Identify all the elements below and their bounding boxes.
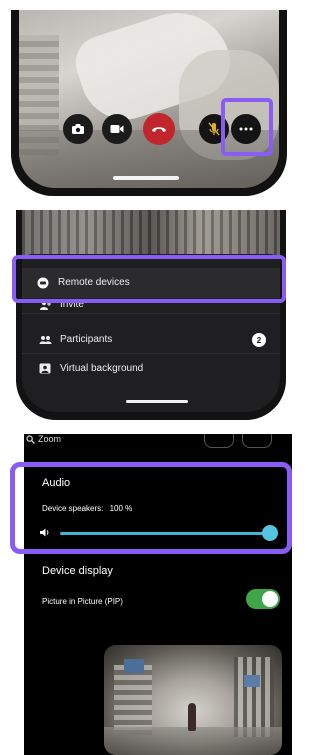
- menu-item-virtual-background[interactable]: Virtual background: [22, 354, 280, 382]
- pip-toggle-knob: [262, 591, 278, 607]
- highlight-more-button: [221, 98, 273, 156]
- video-feed: [22, 210, 280, 258]
- preview-floor: [104, 727, 282, 755]
- menu-item-label: Virtual background: [60, 362, 144, 374]
- preview-shelf: [114, 665, 152, 735]
- hang-up-button[interactable]: [143, 113, 175, 145]
- participants-icon: [38, 333, 52, 347]
- mic-muted-icon: [208, 122, 220, 136]
- menu-item-label: Participants: [60, 334, 113, 345]
- zoom-row: Zoom: [24, 434, 292, 452]
- preview-person: [188, 703, 196, 731]
- preview-monitor: [124, 659, 144, 673]
- video-button[interactable]: [102, 114, 132, 144]
- virtual-background-icon: [38, 361, 52, 375]
- camera-button[interactable]: [63, 114, 93, 144]
- menu-panel: Remote devices Invite Participants 2 Vir…: [16, 210, 286, 420]
- preview-monitor: [244, 675, 260, 687]
- call-screen-panel: [11, 10, 287, 196]
- pip-toggle[interactable]: [246, 589, 280, 609]
- highlight-audio-section: [10, 462, 292, 554]
- participants-count-badge: 2: [252, 333, 266, 347]
- hang-up-icon: [152, 127, 166, 132]
- home-indicator: [113, 176, 179, 180]
- camera-icon: [72, 124, 84, 134]
- menu-item-participants[interactable]: Participants 2: [22, 326, 280, 354]
- preview-shelf: [234, 657, 274, 737]
- pip-label: Picture in Picture (PIP): [42, 597, 123, 606]
- zoom-in-button[interactable]: [242, 434, 272, 448]
- zoom-out-button[interactable]: [204, 434, 234, 448]
- zoom-search-icon: [26, 435, 35, 444]
- home-indicator: [126, 400, 188, 403]
- pip-video-preview[interactable]: [104, 645, 282, 755]
- phone-frame: Remote devices Invite Participants 2 Vir…: [16, 210, 286, 420]
- device-display-section-title: Device display: [42, 565, 113, 577]
- highlight-remote-devices: [12, 255, 286, 303]
- zoom-label: Zoom: [38, 434, 62, 444]
- video-icon: [110, 125, 124, 133]
- phone-screen: Remote devices Invite Participants 2 Vir…: [22, 210, 280, 412]
